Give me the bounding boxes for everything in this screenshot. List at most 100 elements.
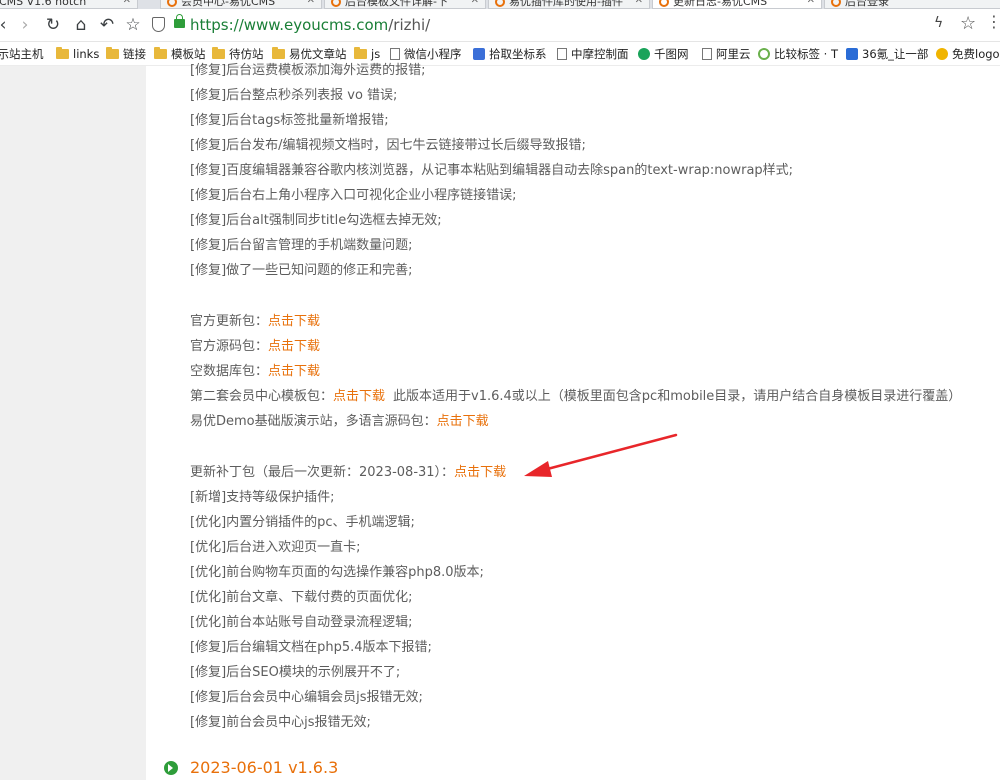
undo-icon[interactable]: ↶ (96, 14, 118, 36)
list-item: [修复]后台SEO模块的示例展开不了; (190, 665, 401, 680)
bookmark-label: 千图网 (654, 47, 689, 61)
download-label: 官方更新包： (190, 314, 269, 329)
download-link[interactable]: 点击下载 (268, 339, 320, 354)
kr-icon (846, 48, 858, 60)
bookmark-item[interactable]: 比较标签 · T (758, 46, 838, 62)
download-note: 此版本适用于v1.6.4或以上（模板里面包含pc和mobile目录，请用户结合自… (393, 389, 962, 404)
bookmark-item[interactable]: 中摩控制面 (557, 46, 629, 62)
list-item: [修复]后台整点秒杀列表报 vo 错误; (190, 88, 398, 103)
bookmark-label: 中摩控制面 (571, 47, 629, 61)
page-icon (702, 48, 712, 60)
site-favicon-icon (495, 0, 505, 7)
tab-label: 后台登录 (845, 0, 889, 8)
tab-close-icon[interactable]: ✕ (123, 0, 131, 6)
lightning-icon[interactable]: ϟ (934, 15, 943, 31)
list-item: [优化]后台进入欢迎页一直卡; (190, 540, 361, 555)
download-link[interactable]: 点击下载 (333, 389, 385, 404)
patch-label: 更新补丁包（最后一次更新：2023-08-31）： (190, 465, 455, 480)
back-icon[interactable]: ‹ (0, 14, 14, 36)
list-item: [修复]做了一些已知问题的修正和完善; (190, 263, 413, 278)
bookmark-item[interactable]: 演示站主机 (0, 46, 44, 62)
folder-icon (212, 47, 225, 59)
list-item: [修复]后台运费模板添加海外运费的报错; (190, 63, 426, 78)
reload-icon[interactable]: ↻ (42, 14, 64, 36)
tab-label: 易优插件库的使用-插件 (509, 0, 623, 8)
patch-row: 更新补丁包（最后一次更新：2023-08-31）：点击下载 (190, 461, 506, 480)
shield-icon[interactable] (152, 17, 165, 32)
bookmark-label: 36氪_让一部 (862, 47, 929, 61)
bookmark-label: links (73, 47, 100, 61)
download-row: 官方源码包：点击下载 (190, 335, 320, 354)
bookmark-star-icon[interactable]: ☆ (122, 14, 144, 36)
list-item: [修复]后台会员中心编辑会员js报错无效; (190, 690, 423, 705)
tab-close-icon[interactable]: ✕ (635, 0, 643, 6)
download-link[interactable]: 点击下载 (268, 314, 320, 329)
list-item: [优化]前台本站账号自动登录流程逻辑; (190, 615, 413, 630)
tab-3[interactable]: 易优插件库的使用-插件 ✕ (488, 0, 650, 9)
tab-2[interactable]: 后台模板文件详解-下 ✕ (324, 0, 486, 9)
bookmark-item[interactable]: 千图网 (638, 46, 689, 62)
navigation-bar: ‹ › ↻ ⌂ ↶ ☆ https://www.eyoucms.com/rizh… (0, 9, 1000, 42)
site-favicon-icon (659, 0, 669, 7)
list-item: [优化]前台文章、下载付费的页面优化; (190, 590, 413, 605)
bookmarks-bar: 演示站主机 links 链接 模板站 待仿站 易优文章站 js 微信小程序 拾取… (0, 42, 1000, 66)
folder-icon (154, 47, 167, 59)
list-item: [修复]后台编辑文档在php5.4版本下报错; (190, 640, 432, 655)
tab-close-icon[interactable]: ✕ (307, 0, 315, 6)
download-label: 空数据库包： (190, 364, 269, 379)
list-item: [修复]后台tags标签批量新增报错; (190, 113, 389, 128)
bookmark-item[interactable]: 36氪_让一部 (846, 46, 928, 62)
download-row: 第二套会员中心模板包：点击下载 此版本适用于v1.6.4或以上（模板里面包含pc和… (190, 385, 961, 404)
page-icon (557, 48, 567, 60)
list-item: [修复]后台留言管理的手机端数量问题; (190, 238, 413, 253)
tab-1[interactable]: 会员中心-易优CMS ✕ (160, 0, 322, 9)
version-heading[interactable]: 2023-06-01 v1.6.3 (190, 758, 338, 777)
tab-close-icon[interactable]: ✕ (471, 0, 479, 6)
download-link[interactable]: 点击下载 (268, 364, 320, 379)
bookmark-item[interactable]: links (56, 46, 99, 62)
list-item: [修复]百度编辑器兼容谷歌内核浏览器，从记事本粘贴到编辑器自动去除span的te… (190, 163, 794, 178)
bookmark-label: 拾取坐标系 (489, 47, 547, 61)
bookmark-label: 演示站主机 (0, 47, 44, 61)
bookmark-item[interactable]: 阿里云 (702, 46, 751, 62)
url-path: /rizhi/ (388, 16, 431, 34)
url-text[interactable]: https://www.eyoucms.com/rizhi/ (190, 16, 430, 34)
list-item: [修复]前台会员中心js报错无效; (190, 715, 371, 730)
bookmark-item[interactable]: 链接 (106, 46, 146, 62)
download-label: 易优Demo基础版演示站，多语言源码包： (190, 414, 437, 429)
bookmark-item[interactable]: 拾取坐标系 (473, 46, 547, 62)
home-icon[interactable]: ⌂ (70, 14, 92, 36)
list-item: [修复]后台alt强制同步title勾选框去掉无效; (190, 213, 442, 228)
site-favicon-icon (331, 0, 341, 7)
folder-icon (272, 47, 285, 59)
download-label: 第二套会员中心模板包： (190, 389, 334, 404)
bookmark-label: 免费logo (952, 47, 1000, 61)
tab-strip: 易优CMS V1.6 notch ✕ 会员中心-易优CMS ✕ 后台模板文件详解-下… (0, 0, 1000, 9)
version-badge-icon (164, 761, 178, 775)
tab-label: 易优CMS V1.6 notch (0, 0, 87, 8)
tab-5[interactable]: 后台登录 (824, 0, 1000, 9)
page-left-gutter (0, 66, 146, 780)
tab-label: 更新日志-易优CMS (673, 0, 768, 8)
download-link[interactable]: 点击下载 (437, 414, 489, 429)
patch-download-link[interactable]: 点击下载 (454, 465, 506, 480)
bookmark-label: 链接 (123, 47, 146, 61)
tab-4[interactable]: 更新日志-易优CMS ✕ (652, 0, 822, 9)
forward-icon[interactable]: › (14, 14, 36, 36)
bookmark-label: 阿里云 (716, 47, 751, 61)
list-item: [修复]后台发布/编辑视频文档时，因七牛云链接带过长后缀导致报错; (190, 138, 586, 153)
site-favicon-icon (831, 0, 841, 7)
download-row: 空数据库包：点击下载 (190, 360, 320, 379)
address-bar[interactable]: https://www.eyoucms.com/rizhi/ ϟ ☆ ⋮ (148, 12, 1000, 37)
download-row: 易优Demo基础版演示站，多语言源码包：点击下载 (190, 410, 489, 429)
tab-close-icon[interactable]: ✕ (807, 0, 815, 6)
url-host: https://www.eyoucms.com (190, 16, 389, 34)
tab-0[interactable]: 易优CMS V1.6 notch ✕ (0, 0, 138, 9)
folder-icon (56, 47, 69, 59)
menu-icon[interactable]: ⋮ (986, 12, 1000, 31)
bookmark-item[interactable]: 免费logo (936, 46, 1000, 62)
bookmark-label: 比较标签 · T (774, 47, 838, 61)
favorite-star-icon[interactable]: ☆ (960, 13, 976, 34)
compare-icon (758, 48, 770, 60)
qiantu-icon (638, 48, 650, 60)
